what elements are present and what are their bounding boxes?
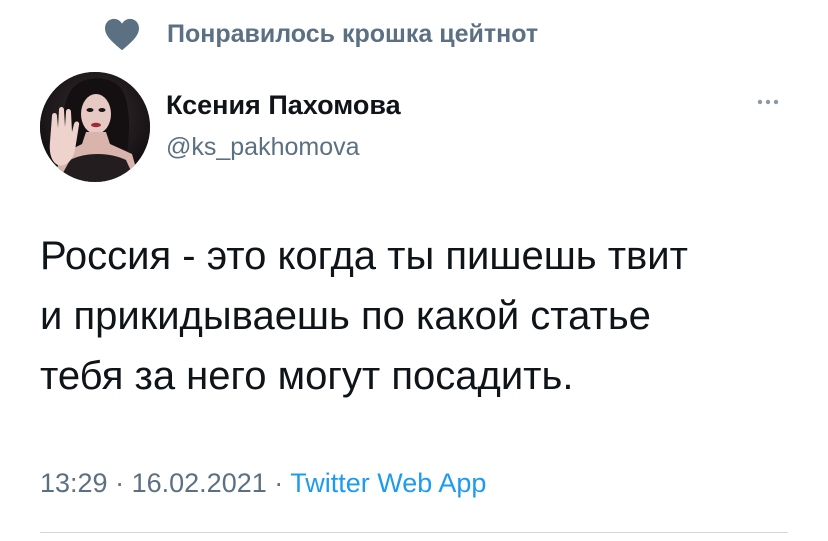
tweet-text: Россия - это когда ты пишешь твит и прик… [40,226,800,406]
liked-by-text: Понравилось крошка цейтнот [167,19,539,48]
avatar[interactable] [40,72,150,182]
social-context-banner[interactable]: Понравилось крошка цейтнот [103,14,538,54]
divider [40,532,788,533]
tweet-text-line: и прикидываешь по какой статье [40,294,651,338]
tweet-date[interactable]: 16.02.2021 [132,468,267,498]
tweet-text-line: Россия - это когда ты пишешь твит [40,234,688,278]
meta-separator: · [274,468,284,498]
avatar-photo [40,72,150,182]
more-icon[interactable] [748,92,788,112]
tweet-text-line: тебя за него могут посадить. [40,354,574,398]
author-display-name[interactable]: Ксения Пахомова [166,90,401,121]
tweet-time[interactable]: 13:29 [40,468,108,498]
tweet-metadata: 13:29 · 16.02.2021 · Twitter Web App [40,468,486,499]
heart-icon [105,18,139,51]
tweet-source-link[interactable]: Twitter Web App [290,468,486,498]
author-handle[interactable]: @ks_pakhomova [166,133,360,162]
meta-separator: · [115,468,125,498]
